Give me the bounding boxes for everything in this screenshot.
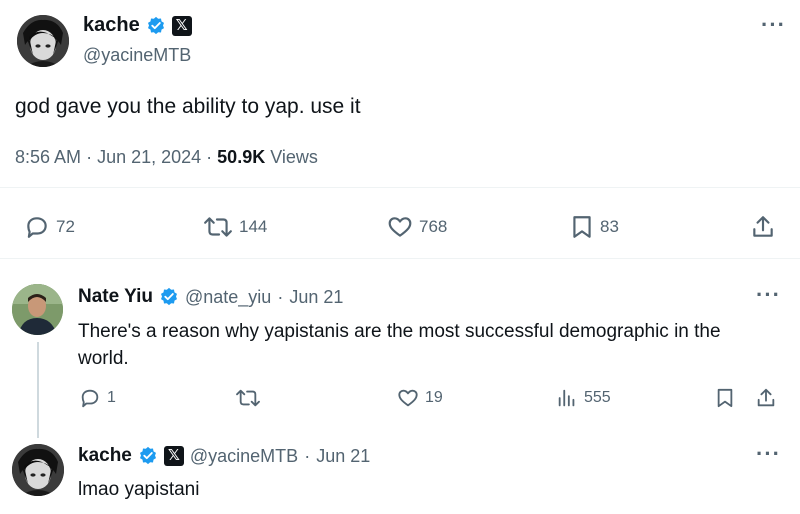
tweet-meta: 8:56 AM · Jun 21, 2024 · 50.9K Views bbox=[15, 147, 318, 167]
share-icon bbox=[757, 388, 775, 407]
heart-icon bbox=[398, 389, 418, 407]
author-handle[interactable]: @nate_yiu bbox=[185, 287, 271, 308]
bookmark-icon bbox=[573, 216, 591, 238]
verified-badge-icon bbox=[160, 287, 177, 306]
tweet-text: There's a reason why yapistanis are the … bbox=[78, 321, 721, 369]
author-handle[interactable]: @yacineMTB bbox=[83, 45, 191, 66]
tweet-date[interactable]: Jun 21, 2024 bbox=[97, 147, 201, 167]
analytics-icon bbox=[558, 389, 575, 407]
divider bbox=[0, 187, 800, 188]
share-button[interactable] bbox=[755, 387, 777, 409]
like-count: 768 bbox=[419, 217, 448, 236]
avatar[interactable] bbox=[12, 444, 64, 496]
author-name[interactable]: kache bbox=[78, 445, 132, 467]
reply-icon bbox=[81, 389, 99, 408]
reply-button[interactable]: 72 bbox=[24, 214, 75, 240]
views-count: 555 bbox=[584, 389, 611, 406]
like-button[interactable]: 19 bbox=[397, 387, 443, 409]
tweet-date[interactable]: Jun 21 bbox=[289, 287, 343, 308]
like-button[interactable]: 768 bbox=[387, 214, 447, 240]
bookmark-button[interactable]: 83 bbox=[570, 214, 619, 240]
retweet-button[interactable]: 144 bbox=[203, 214, 267, 240]
views-button[interactable]: 555 bbox=[556, 387, 611, 409]
author-name[interactable]: kache bbox=[83, 14, 140, 37]
bookmark-button[interactable] bbox=[715, 387, 735, 409]
tweet-text: lmao yapistani bbox=[78, 479, 200, 500]
views-label: Views bbox=[270, 147, 318, 167]
divider bbox=[0, 258, 800, 259]
avatar[interactable] bbox=[17, 15, 69, 67]
author-handle[interactable]: @yacineMTB bbox=[190, 446, 298, 467]
bookmark-count: 83 bbox=[600, 217, 619, 236]
retweet-icon bbox=[236, 389, 260, 407]
x-affiliate-icon: 𝕏 bbox=[171, 15, 192, 36]
views-count: 50.9K bbox=[217, 147, 266, 167]
tweet-time[interactable]: 8:56 AM bbox=[15, 147, 81, 167]
reply-count: 72 bbox=[56, 217, 75, 236]
avatar[interactable] bbox=[12, 284, 63, 335]
reply-icon bbox=[27, 217, 47, 238]
share-icon bbox=[753, 216, 773, 237]
more-options-icon[interactable]: ··· bbox=[756, 441, 781, 467]
more-options-icon[interactable]: ··· bbox=[756, 282, 781, 308]
reply-count: 1 bbox=[107, 389, 116, 406]
tweet-date[interactable]: Jun 21 bbox=[316, 446, 370, 467]
reply-button[interactable]: 1 bbox=[79, 387, 116, 409]
retweet-icon bbox=[204, 217, 232, 237]
tweet-text: god gave you the ability to yap. use it bbox=[15, 95, 361, 118]
verified-badge-icon bbox=[139, 446, 156, 465]
retweet-button[interactable] bbox=[235, 387, 261, 409]
heart-icon bbox=[388, 217, 412, 237]
author-name[interactable]: Nate Yiu bbox=[78, 286, 153, 308]
like-count: 19 bbox=[425, 389, 443, 406]
retweet-count: 144 bbox=[239, 217, 268, 236]
verified-badge-icon bbox=[147, 16, 164, 34]
x-affiliate-icon: 𝕏 bbox=[163, 446, 184, 466]
thread-line bbox=[37, 342, 39, 438]
bookmark-icon bbox=[717, 388, 733, 408]
more-options-icon[interactable]: ··· bbox=[761, 12, 786, 38]
share-button[interactable] bbox=[750, 214, 776, 240]
